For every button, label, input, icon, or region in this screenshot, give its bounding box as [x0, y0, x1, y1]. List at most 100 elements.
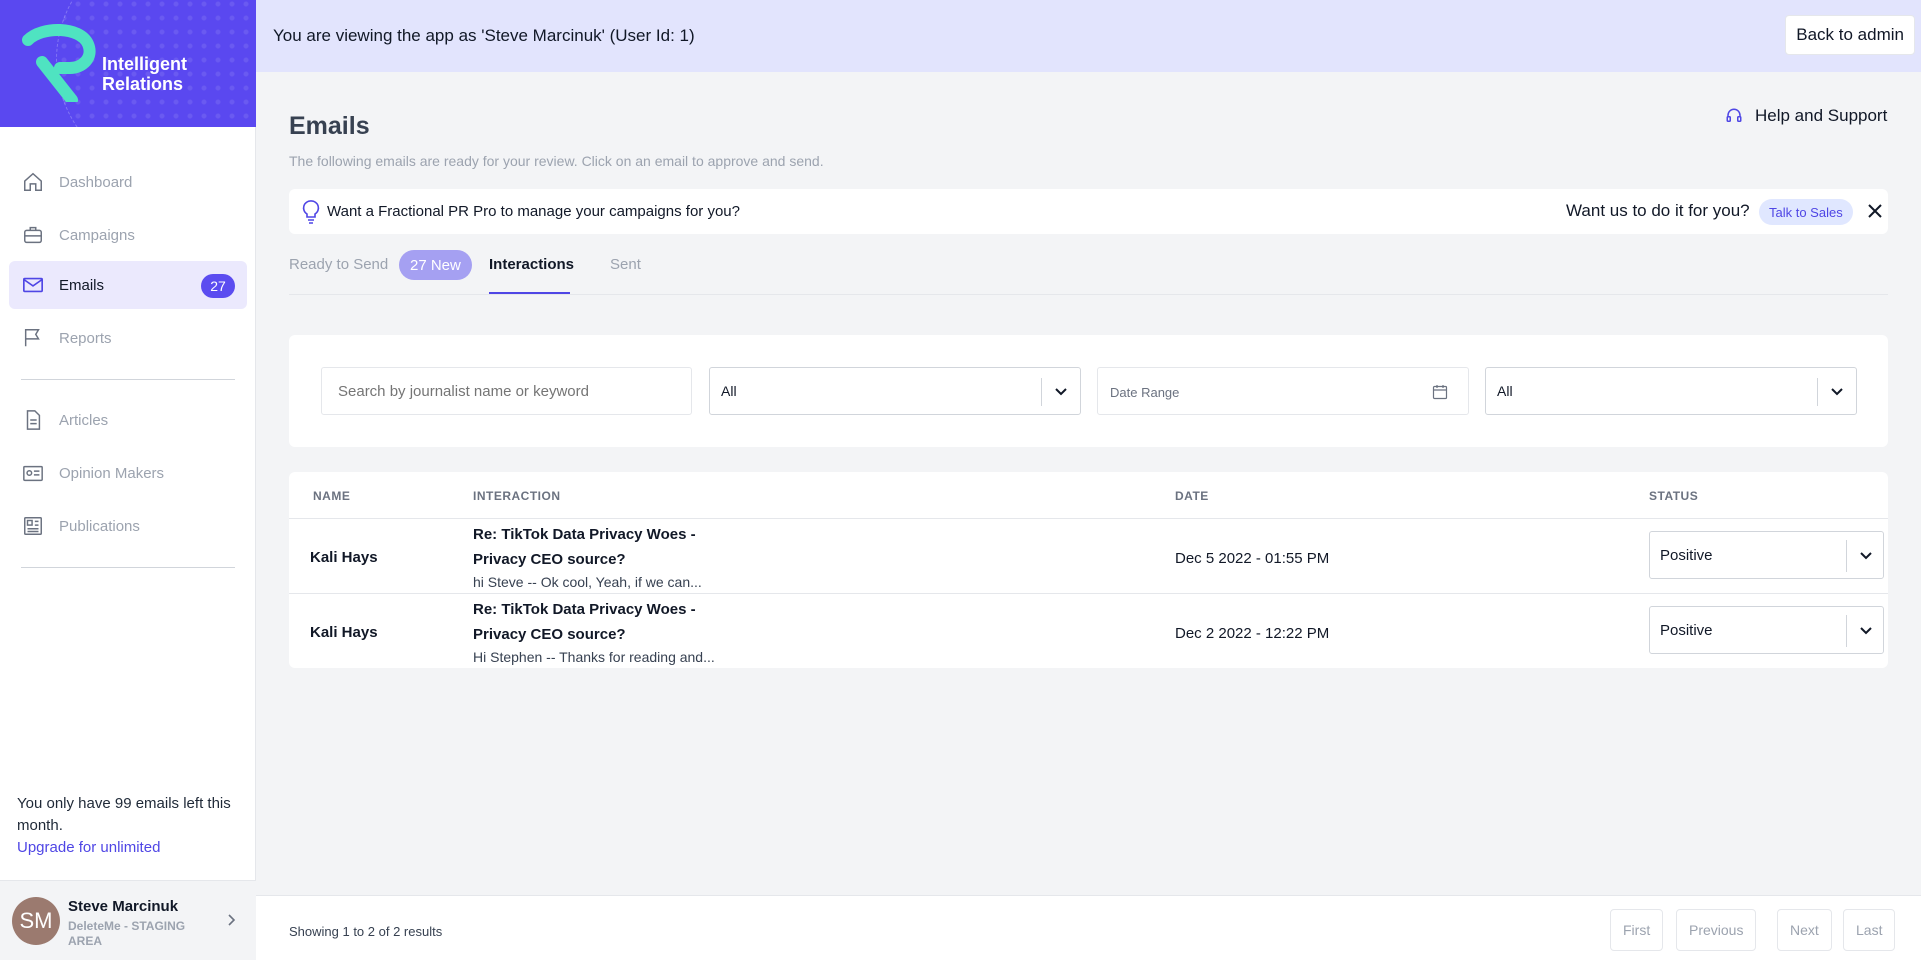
email-tabs: Ready to Send 27 New Interactions Sent [289, 250, 1888, 295]
newspaper-icon [21, 514, 45, 538]
calendar-icon [1432, 385, 1448, 400]
user-org: DeleteMe - STAGING AREA [68, 919, 186, 948]
sidebar-item-label: Publications [59, 517, 140, 535]
sidebar-item-dashboard[interactable]: Dashboard [9, 158, 247, 206]
interaction-snippet: hi Steve -- Ok cool, Yeah, if we can... [473, 574, 702, 590]
active-tab-indicator [489, 292, 570, 294]
select-separator [1817, 378, 1818, 406]
impersonation-banner: You are viewing the app as 'Steve Marcin… [256, 0, 1921, 72]
sidebar-divider [21, 379, 235, 380]
back-to-admin-button[interactable]: Back to admin [1785, 15, 1915, 55]
sidebar-item-publications[interactable]: Publications [9, 502, 247, 550]
column-header-name[interactable]: NAME [313, 489, 350, 503]
brand-name-line2: Relations [102, 74, 184, 94]
promo-banner: Want a Fractional PR Pro to manage your … [289, 189, 1888, 234]
tab-interactions[interactable]: Interactions [489, 256, 574, 273]
promo-text: Want a Fractional PR Pro to manage your … [327, 203, 740, 220]
avatar: SM [12, 897, 60, 945]
page-subtitle: The following emails are ready for your … [289, 153, 824, 169]
sidebar: Intelligent Relations Dashboard Campaign… [0, 0, 256, 960]
journalist-name: Kali Hays [310, 549, 378, 566]
email-quota: You only have 99 emails left this month.… [17, 793, 237, 859]
status-value: Positive [1660, 622, 1713, 639]
interaction-subject: Re: TikTok Data Privacy Woes - Privacy C… [473, 601, 696, 643]
talk-to-sales-button[interactable]: Talk to Sales [1759, 199, 1853, 225]
sidebar-item-articles[interactable]: Articles [9, 396, 247, 444]
tab-sent[interactable]: Sent [610, 256, 641, 273]
brand-name: Intelligent Relations [102, 54, 187, 94]
sidebar-item-label: Emails [59, 276, 105, 294]
tab-ready-to-send[interactable]: Ready to Send [289, 256, 388, 273]
select-separator [1041, 378, 1042, 406]
document-icon [21, 408, 45, 432]
sidebar-divider [21, 567, 235, 568]
interactions-table: NAME INTERACTION DATE STATUS Kali Hays R… [289, 472, 1888, 668]
chevron-down-icon [1055, 388, 1067, 396]
search-input[interactable] [321, 367, 692, 415]
close-icon[interactable] [1867, 203, 1883, 219]
pagination-bar: Showing 1 to 2 of 2 results First Previo… [256, 895, 1921, 960]
next-page-button[interactable]: Next [1777, 909, 1832, 951]
previous-page-button[interactable]: Previous [1676, 909, 1757, 951]
column-header-interaction[interactable]: INTERACTION [473, 489, 561, 503]
chevron-down-icon [1860, 552, 1872, 560]
promo-ask: Want us to do it for you? [1566, 201, 1750, 220]
status-filter-select[interactable]: All [1485, 367, 1857, 415]
quota-text: You only have 99 emails left this month. [17, 795, 231, 834]
id-card-icon [21, 461, 45, 485]
interaction-snippet: Hi Stephen -- Thanks for reading and... [473, 649, 715, 665]
user-profile[interactable]: SM Steve Marcinuk DeleteMe - STAGING ARE… [0, 880, 256, 960]
lightbulb-icon [302, 200, 320, 224]
select-separator [1846, 540, 1847, 572]
table-row[interactable]: Kali Hays Re: TikTok Data Privacy Woes -… [289, 593, 1888, 667]
help-and-support-link[interactable]: Help and Support [1725, 106, 1887, 126]
briefcase-icon [21, 223, 45, 247]
page-title: Emails [289, 112, 370, 140]
sidebar-item-label: Reports [59, 329, 112, 347]
home-icon [21, 170, 45, 194]
date-range-picker[interactable]: Date Range [1097, 367, 1469, 415]
brand-logo[interactable]: Intelligent Relations [0, 0, 256, 127]
new-count-badge: 27 New [399, 250, 472, 280]
filter-bar: All Date Range All [289, 335, 1888, 447]
sidebar-item-label: Articles [59, 411, 109, 429]
upgrade-link[interactable]: Upgrade for unlimited [17, 837, 237, 859]
sidebar-item-reports[interactable]: Reports [9, 314, 247, 362]
interaction-date: Dec 2 2022 - 12:22 PM [1175, 625, 1330, 642]
sidebar-item-emails[interactable]: Emails 27 [9, 261, 247, 309]
column-header-date[interactable]: DATE [1175, 489, 1209, 503]
table-row[interactable]: Kali Hays Re: TikTok Data Privacy Woes -… [289, 519, 1888, 593]
select-value: All [721, 383, 737, 399]
interaction-subject: Re: TikTok Data Privacy Woes - Privacy C… [473, 526, 696, 568]
status-select[interactable]: Positive [1649, 531, 1884, 579]
interaction-type-select[interactable]: All [709, 367, 1081, 415]
sidebar-item-label: Campaigns [59, 226, 135, 244]
emails-count-badge: 27 [201, 274, 235, 298]
brand-name-line1: Intelligent [102, 54, 187, 74]
chevron-right-icon [228, 914, 236, 926]
select-value: All [1497, 383, 1513, 399]
column-header-status[interactable]: STATUS [1649, 489, 1698, 503]
impersonation-text: You are viewing the app as 'Steve Marcin… [273, 26, 695, 45]
sidebar-item-campaigns[interactable]: Campaigns [9, 211, 247, 259]
headset-icon [1726, 108, 1742, 122]
date-range-placeholder: Date Range [1110, 385, 1180, 400]
status-select[interactable]: Positive [1649, 606, 1884, 654]
status-value: Positive [1660, 547, 1713, 564]
logo-mark-icon [22, 23, 96, 102]
chevron-down-icon [1831, 388, 1843, 396]
journalist-name: Kali Hays [310, 624, 378, 641]
results-count: Showing 1 to 2 of 2 results [289, 924, 443, 939]
user-name: Steve Marcinuk [68, 898, 179, 915]
select-separator [1846, 615, 1847, 647]
mail-icon [21, 273, 45, 297]
sidebar-item-opinion-makers[interactable]: Opinion Makers [9, 449, 247, 497]
interaction-date: Dec 5 2022 - 01:55 PM [1175, 550, 1330, 567]
help-label: Help and Support [1755, 106, 1888, 125]
flag-icon [21, 326, 45, 350]
first-page-button[interactable]: First [1610, 909, 1664, 951]
last-page-button[interactable]: Last [1843, 909, 1896, 951]
sidebar-item-label: Dashboard [59, 173, 133, 191]
sidebar-item-label: Opinion Makers [59, 464, 165, 482]
chevron-down-icon [1860, 627, 1872, 635]
